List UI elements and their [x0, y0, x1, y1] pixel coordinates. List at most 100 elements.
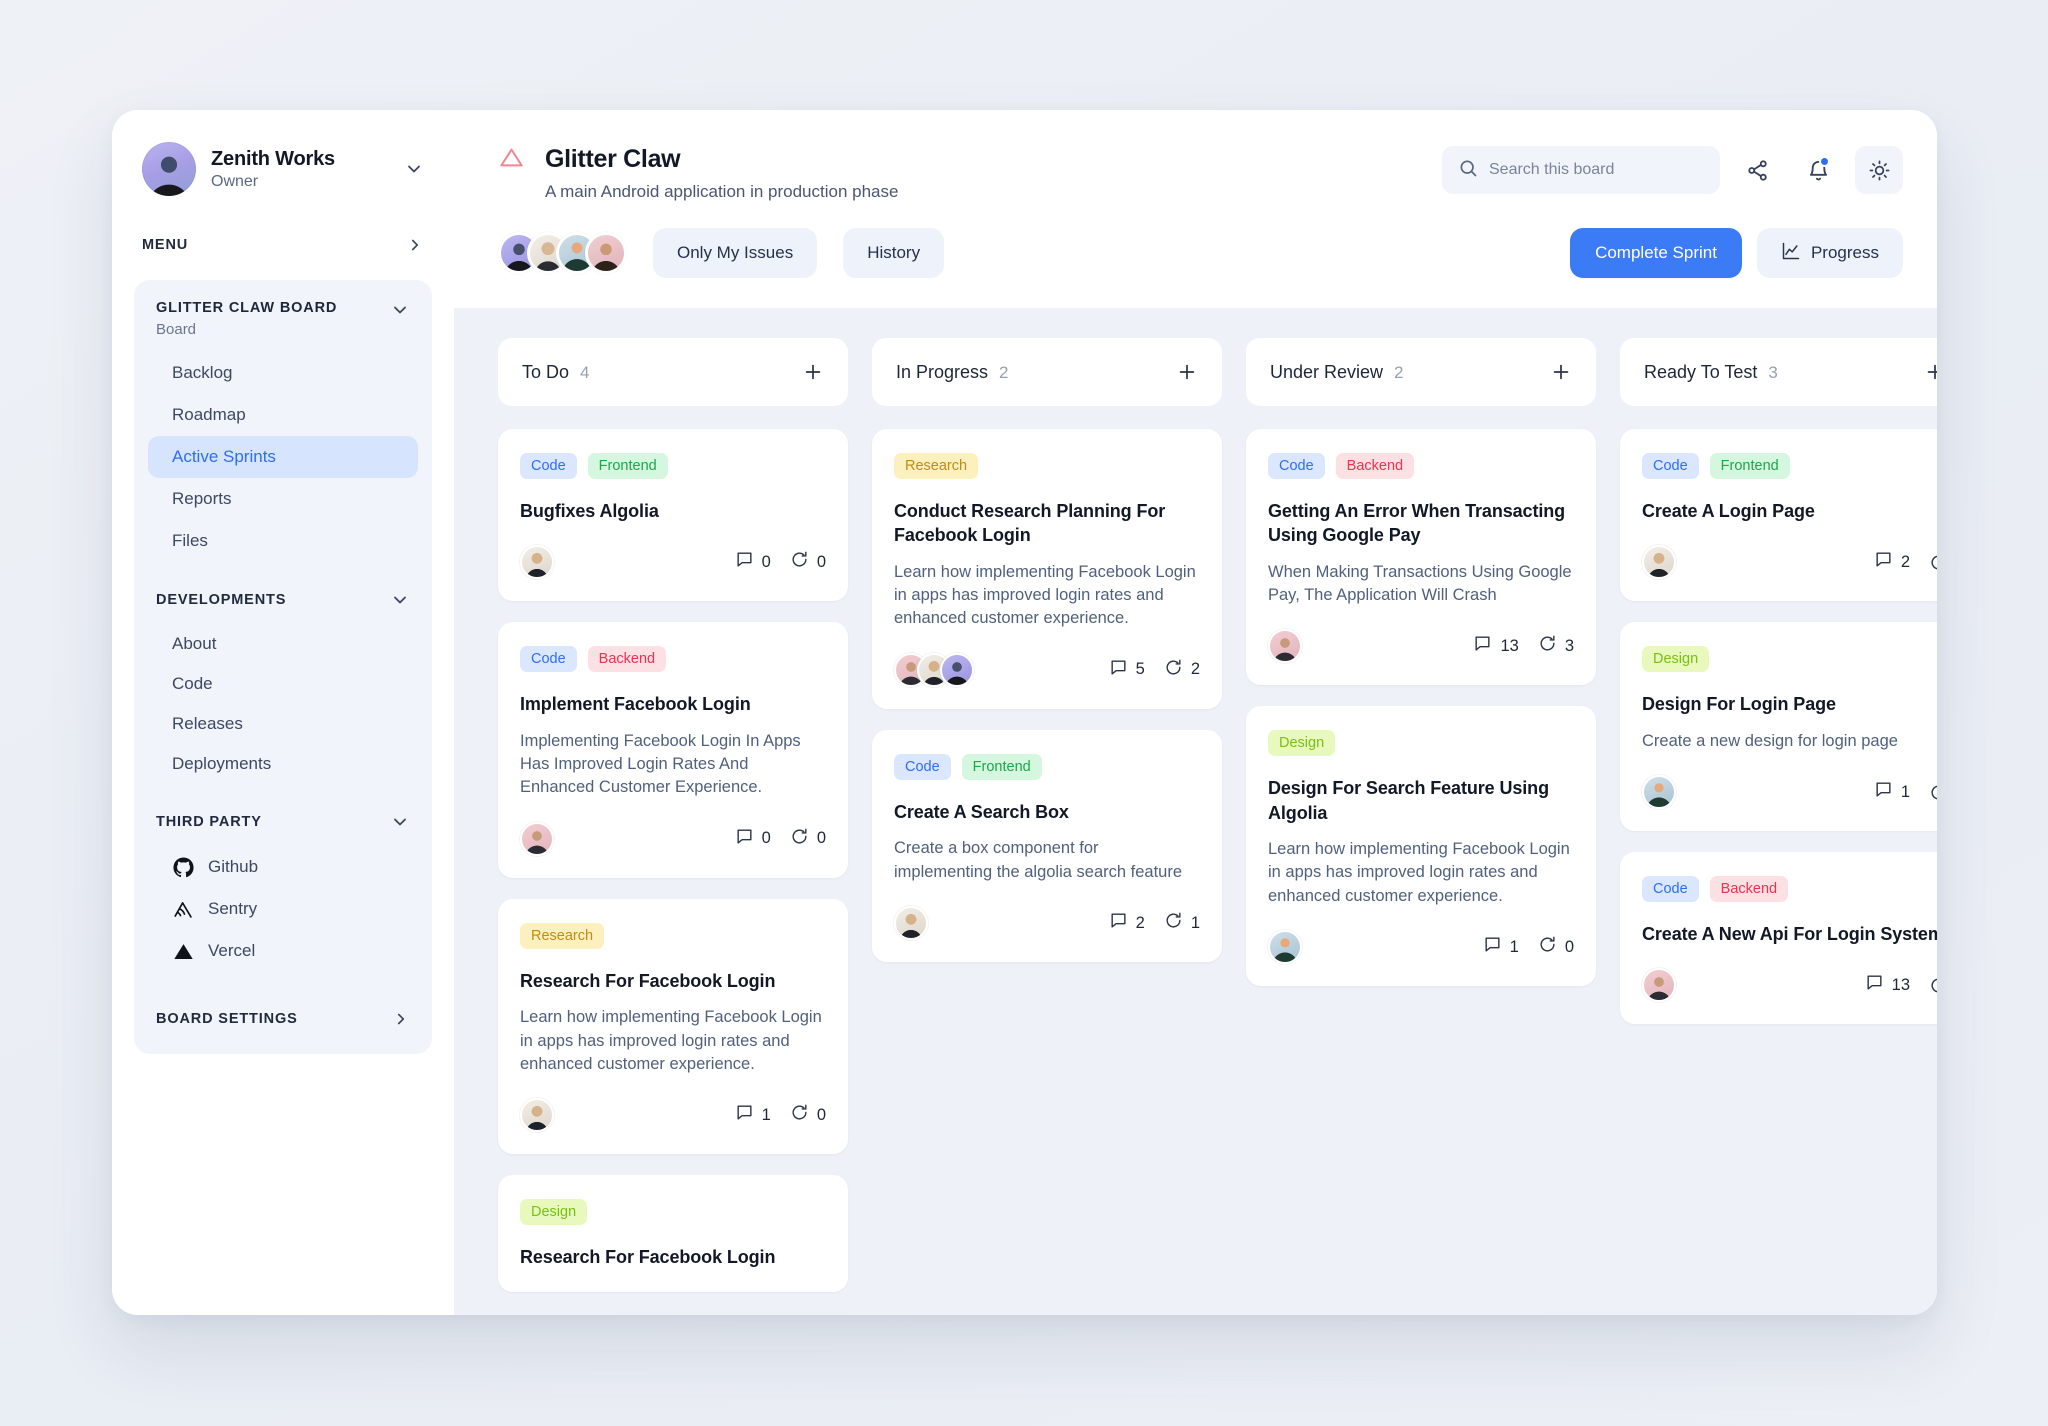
task-card[interactable]: Design Design For Search Feature Using Al…: [1246, 706, 1596, 987]
update-value: 0: [1564, 937, 1574, 956]
card-assignees: [1268, 629, 1302, 664]
card-metrics: 21: [1109, 911, 1200, 935]
progress-button[interactable]: Progress: [1756, 228, 1903, 278]
chevron-right-icon: [392, 1010, 410, 1028]
comment-value: 0: [761, 552, 771, 571]
column-count: 4: [580, 362, 590, 382]
board-column: To Do 4 Code Frontend Bugfixes Algolia 0 0 Code…: [498, 338, 848, 1315]
page-title: Glitter Claw: [545, 145, 681, 173]
sidebar-item-releases[interactable]: Releases: [148, 704, 418, 744]
tag-design: Design: [1642, 646, 1710, 673]
search-input[interactable]: [1489, 161, 1704, 179]
sidebar-item-label: Releases: [172, 714, 243, 733]
card-assignees: [520, 545, 554, 580]
sidebar-item-roadmap[interactable]: Roadmap: [148, 394, 418, 436]
task-card[interactable]: Research Research For Facebook Login Learn…: [498, 898, 848, 1155]
card-tags: Design: [1642, 646, 1937, 673]
comment-icon: [1874, 780, 1893, 804]
card-assignees: [520, 821, 554, 856]
search-box[interactable]: [1442, 146, 1720, 194]
card-metrics: 00: [735, 827, 826, 851]
card-tags: Research: [894, 453, 1200, 479]
column-count: 2: [1394, 362, 1404, 382]
board-settings[interactable]: BOARD SETTINGS: [148, 1006, 418, 1032]
task-card[interactable]: Research Conduct Research Planning For Fa…: [872, 429, 1222, 709]
comment-value: 1: [1900, 782, 1910, 801]
task-card[interactable]: Code Backend Create A New Api For Login Sy…: [1620, 852, 1937, 1025]
card-assignees: [1642, 775, 1676, 810]
comment-count: 13: [1865, 973, 1910, 997]
column-title: To Do 4: [522, 362, 590, 383]
complete-sprint-button[interactable]: Complete Sprint: [1570, 228, 1742, 278]
tag-code: Code: [1268, 453, 1325, 479]
sidebar-item-active-sprints[interactable]: Active Sprints: [148, 436, 418, 478]
triangle-icon: [498, 144, 525, 176]
chevron-down-icon: [404, 159, 424, 179]
comment-count: 2: [1109, 911, 1145, 935]
comment-value: 2: [1900, 552, 1910, 571]
search-icon: [1458, 158, 1478, 183]
card-assignees: [1268, 930, 1302, 965]
task-card[interactable]: Code Backend Implement Facebook Login Imple…: [498, 622, 848, 878]
task-card[interactable]: Code Frontend Create A Search Box Create a …: [872, 729, 1222, 962]
task-card[interactable]: Code Frontend Create A Login Page 2: [1620, 429, 1937, 602]
developments-header[interactable]: DEVELOPMENTS: [148, 588, 418, 612]
sidebar-item-github[interactable]: Github: [148, 846, 418, 888]
sync-icon: [790, 550, 809, 574]
sync-icon: [1538, 935, 1557, 959]
card-assignees: [894, 652, 974, 687]
board-section-title: GLITTER CLAW BOARD: [156, 300, 338, 316]
share-icon[interactable]: [1733, 146, 1781, 194]
comment-count: 0: [735, 550, 771, 574]
tag-code: Code: [520, 646, 577, 673]
sidebar-item-deployments[interactable]: Deployments: [148, 744, 418, 784]
comment-icon: [735, 827, 754, 851]
sidebar-item-code[interactable]: Code: [148, 664, 418, 704]
sync-icon: [790, 1103, 809, 1127]
sidebar-item-label: About: [172, 634, 217, 653]
task-card[interactable]: Code Frontend Bugfixes Algolia 0 0: [498, 429, 848, 602]
comment-value: 13: [1891, 975, 1910, 994]
member-avatars[interactable]: [498, 232, 627, 274]
tag-frontend: Frontend: [961, 753, 1042, 780]
only-my-issues-button[interactable]: Only My Issues: [653, 228, 818, 278]
column-name: Ready To Test: [1644, 361, 1758, 382]
add-card-button[interactable]: [1176, 361, 1198, 383]
sidebar-item-vercel[interactable]: Vercel: [148, 930, 418, 972]
task-card[interactable]: Design Design For Login Page Create a new …: [1620, 622, 1937, 832]
third-party-header[interactable]: THIRD PARTY: [148, 810, 418, 834]
sidebar-item-files[interactable]: Files: [148, 520, 418, 562]
card-title: Research For Facebook Login: [520, 970, 776, 991]
sidebar-item-sentry[interactable]: Sentry: [148, 888, 418, 930]
update-count: 0: [1538, 935, 1574, 959]
menu-section-header[interactable]: MENU: [134, 232, 432, 258]
sidebar-item-backlog[interactable]: Backlog: [148, 352, 418, 394]
sun-icon[interactable]: [1855, 146, 1903, 194]
card-metrics: 2: [1874, 550, 1937, 574]
column-header: In Progress 2: [872, 338, 1222, 406]
add-card-button[interactable]: [1550, 361, 1572, 383]
board-section-header[interactable]: GLITTER CLAW BOARD Board: [148, 300, 418, 338]
sidebar-item-label: Vercel: [208, 941, 256, 960]
history-button[interactable]: History: [843, 228, 945, 278]
tag-research: Research: [520, 922, 605, 949]
org-switcher[interactable]: Zenith Works Owner: [134, 138, 432, 196]
card-metrics: 13 3: [1473, 634, 1574, 658]
add-card-button[interactable]: [1924, 361, 1937, 383]
comment-icon: [1109, 658, 1128, 682]
sync-icon: [1164, 658, 1183, 682]
card-title: Design For Login Page: [1642, 694, 1836, 715]
task-card[interactable]: Code Backend Getting An Error When Transac…: [1246, 429, 1596, 686]
sync-icon: [1538, 634, 1557, 658]
update-count: 1: [1164, 911, 1200, 935]
sidebar-item-about[interactable]: About: [148, 624, 418, 664]
column-cards: Research Conduct Research Planning For Fa…: [872, 429, 1222, 962]
tag-frontend: Frontend: [587, 453, 668, 479]
toolbar: Only My Issues History Complete Sprint P…: [454, 202, 1937, 308]
sidebar-item-reports[interactable]: Reports: [148, 478, 418, 520]
task-card[interactable]: Design Research For Facebook Login: [498, 1175, 848, 1292]
avatar: [520, 1098, 554, 1133]
column-title: Ready To Test 3: [1644, 362, 1778, 383]
add-card-button[interactable]: [802, 361, 824, 383]
bell-icon[interactable]: [1794, 146, 1842, 194]
